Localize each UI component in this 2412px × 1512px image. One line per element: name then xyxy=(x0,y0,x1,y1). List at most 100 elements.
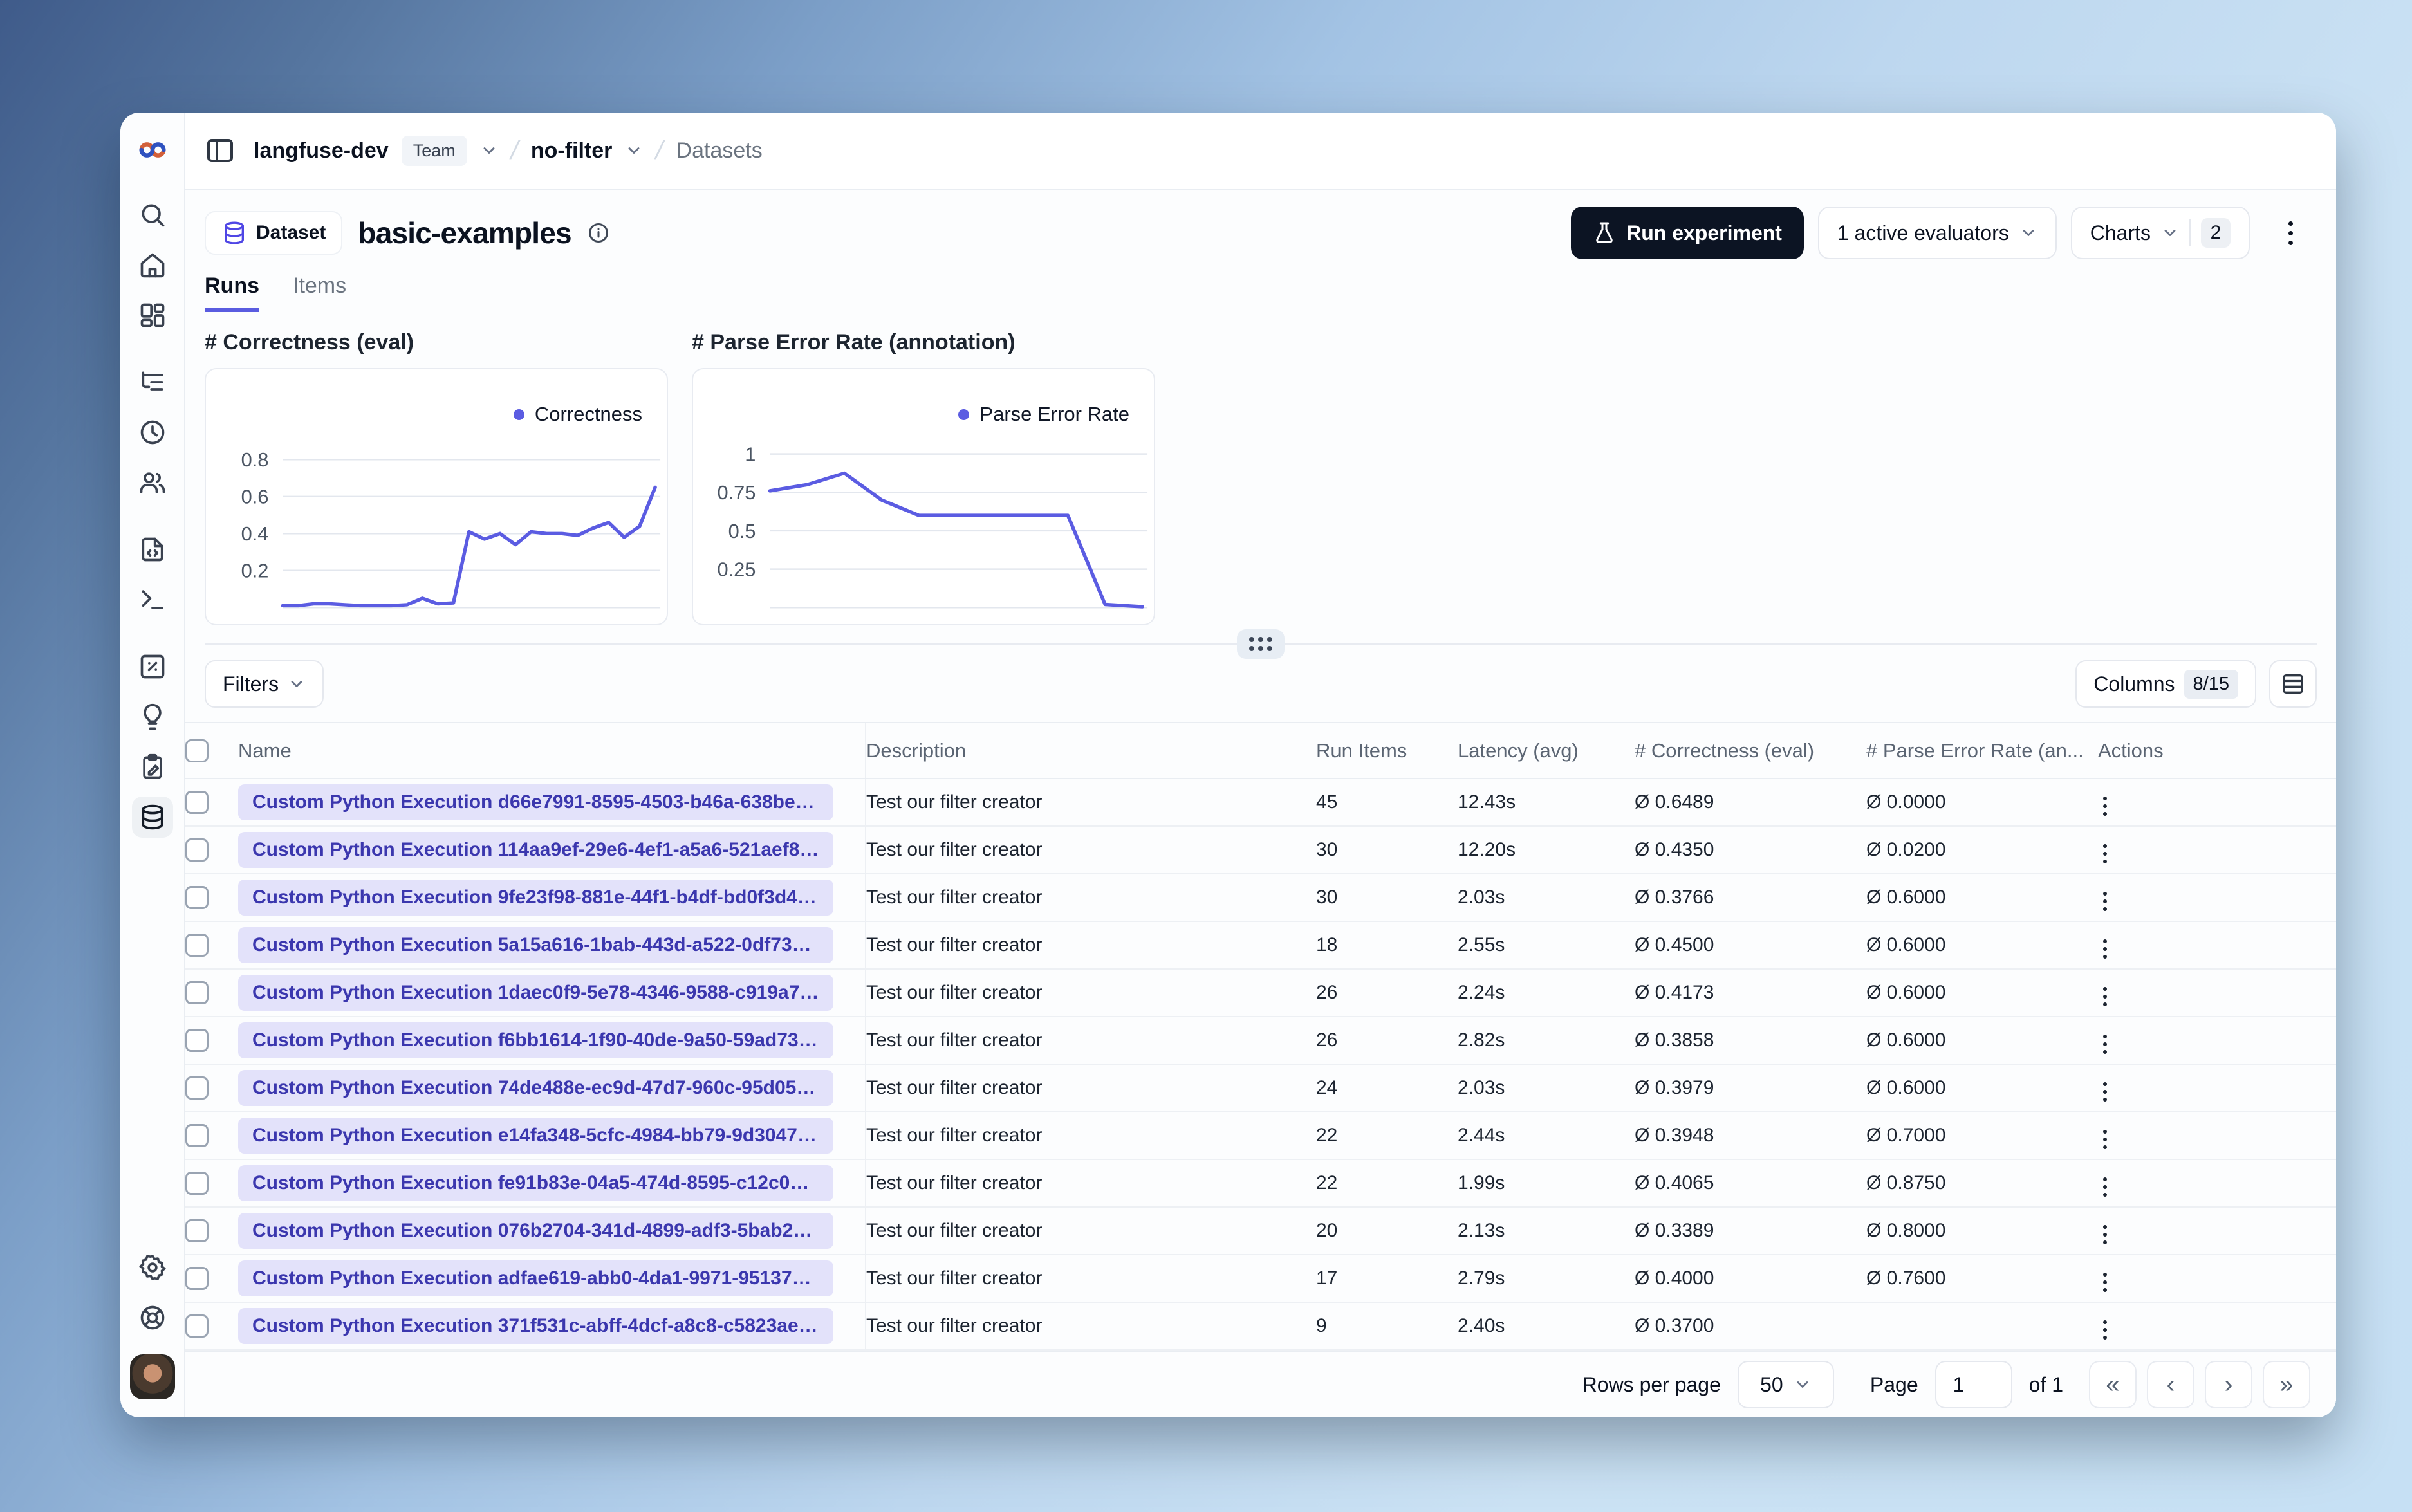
langfuse-logo-icon[interactable] xyxy=(136,133,169,167)
row-actions-kebab[interactable] xyxy=(2098,1125,2112,1154)
chevron-down-icon[interactable] xyxy=(480,142,498,160)
column-header-run-items[interactable]: Run Items xyxy=(1316,723,1458,779)
run-latency: 1.99s xyxy=(1458,1159,1635,1208)
row-actions-kebab[interactable] xyxy=(2098,791,2112,821)
info-icon[interactable] xyxy=(587,221,610,244)
breadcrumb-project[interactable]: no-filter xyxy=(531,138,613,163)
column-header-correctness[interactable]: # Correctness (eval) xyxy=(1635,723,1866,779)
row-actions-kebab[interactable] xyxy=(2098,839,2112,869)
breadcrumb-org[interactable]: langfuse-dev xyxy=(254,138,389,163)
row-checkbox[interactable] xyxy=(185,1267,209,1291)
sidebar-toggle-button[interactable] xyxy=(205,135,236,166)
charts-dropdown[interactable]: Charts 2 xyxy=(2070,207,2250,260)
sidebar-item-settings[interactable] xyxy=(132,1247,173,1288)
tab-runs[interactable]: Runs xyxy=(205,273,259,313)
chevron-down-icon[interactable] xyxy=(625,142,643,160)
active-evaluators-dropdown[interactable]: 1 active evaluators xyxy=(1817,207,2057,260)
row-actions-kebab[interactable] xyxy=(2098,1315,2112,1345)
user-avatar[interactable] xyxy=(129,1354,175,1399)
row-checkbox[interactable] xyxy=(185,1219,209,1243)
row-actions-kebab[interactable] xyxy=(2098,1029,2112,1059)
row-actions-kebab[interactable] xyxy=(2098,1172,2112,1202)
next-page-button[interactable]: › xyxy=(2205,1361,2252,1408)
row-actions-kebab[interactable] xyxy=(2098,1220,2112,1249)
svg-text:0.2: 0.2 xyxy=(241,560,269,582)
sidebar-item-annotation[interactable] xyxy=(132,746,173,788)
run-parse-error: Ø 0.6000 xyxy=(1866,969,2098,1017)
row-checkbox[interactable] xyxy=(185,1076,209,1100)
first-page-button[interactable]: « xyxy=(2089,1361,2137,1408)
svg-text:0.8: 0.8 xyxy=(241,448,269,471)
column-header-name[interactable]: Name xyxy=(238,723,866,779)
panel-left-icon xyxy=(207,139,233,162)
sidebar-item-tracing[interactable] xyxy=(132,362,173,403)
page-number-input[interactable] xyxy=(1934,1361,2012,1408)
percent-square-icon xyxy=(140,654,164,679)
run-experiment-button[interactable]: Run experiment xyxy=(1571,207,1804,260)
rows-per-page-select[interactable]: 50 xyxy=(1737,1361,1834,1408)
sidebar-item-playground[interactable] xyxy=(132,579,173,620)
sidebar-item-evaluators[interactable] xyxy=(132,646,173,687)
sidebar-item-home[interactable] xyxy=(132,244,173,286)
row-height-button[interactable] xyxy=(2269,660,2317,708)
row-checkbox[interactable] xyxy=(185,1172,209,1195)
run-correctness: Ø 0.3766 xyxy=(1635,874,1866,922)
panel-splitter xyxy=(205,629,2317,659)
run-name-link[interactable]: Custom Python Execution 371f531c-abff-4d… xyxy=(238,1308,833,1344)
sidebar-item-search[interactable] xyxy=(132,194,173,235)
filters-button[interactable]: Filters xyxy=(205,660,324,708)
sidebar-item-users[interactable] xyxy=(132,462,173,503)
breadcrumb-section[interactable]: Datasets xyxy=(676,138,763,163)
app-window: langfuse-dev Team / no-filter / Datasets xyxy=(120,113,2336,1417)
run-name-link[interactable]: Custom Python Execution 9fe23f98-881e-44… xyxy=(238,880,833,916)
chart-title-parse-error: # Parse Error Rate (annotation) xyxy=(692,330,1016,355)
row-actions-kebab[interactable] xyxy=(2098,982,2112,1011)
row-checkbox[interactable] xyxy=(185,934,209,957)
last-page-button[interactable]: » xyxy=(2263,1361,2310,1408)
sidebar-item-dashboards[interactable] xyxy=(132,295,173,336)
page-more-actions-button[interactable] xyxy=(2264,207,2317,259)
run-description: Test our filter creator xyxy=(865,1207,1316,1255)
flask-icon xyxy=(1596,222,1613,244)
gear-icon xyxy=(138,1255,166,1280)
run-name-link[interactable]: Custom Python Execution fe91b83e-04a5-47… xyxy=(238,1165,833,1201)
sidebar-item-prompts[interactable] xyxy=(132,529,173,570)
button-separator xyxy=(2189,219,2191,247)
sidebar-item-support[interactable] xyxy=(132,1297,173,1338)
row-checkbox[interactable] xyxy=(185,886,209,910)
column-header-description[interactable]: Description xyxy=(865,723,1316,779)
chart-legend: Correctness xyxy=(513,403,642,426)
row-checkbox[interactable] xyxy=(185,981,209,1005)
columns-button[interactable]: Columns 8/15 xyxy=(2075,660,2256,708)
row-checkbox[interactable] xyxy=(185,1124,209,1148)
select-all-checkbox[interactable] xyxy=(185,739,209,763)
row-checkbox[interactable] xyxy=(185,1029,209,1053)
sidebar-item-insights[interactable] xyxy=(132,696,173,737)
tab-items[interactable]: Items xyxy=(293,273,346,312)
row-checkbox[interactable] xyxy=(185,791,209,815)
run-name-link[interactable]: Custom Python Execution d66e7991-8595-45… xyxy=(238,784,833,820)
row-actions-kebab[interactable] xyxy=(2098,1268,2112,1297)
drag-handle[interactable] xyxy=(1237,629,1285,659)
run-name-link[interactable]: Custom Python Execution e14fa348-5cfc-49… xyxy=(238,1118,833,1154)
row-actions-kebab[interactable] xyxy=(2098,934,2112,964)
sidebar-item-datasets[interactable] xyxy=(131,797,173,838)
row-checkbox[interactable] xyxy=(185,1314,209,1338)
run-name-link[interactable]: Custom Python Execution 1daec0f9-5e78-43… xyxy=(238,975,833,1011)
run-name-link[interactable]: Custom Python Execution 076b2704-341d-48… xyxy=(238,1213,833,1249)
column-header-parse-error[interactable]: # Parse Error Rate (an... xyxy=(1866,723,2098,779)
run-correctness: Ø 0.4500 xyxy=(1635,921,1866,970)
run-name-link[interactable]: Custom Python Execution 114aa9ef-29e6-4e… xyxy=(238,832,833,868)
row-checkbox[interactable] xyxy=(185,838,209,862)
prev-page-button[interactable]: ‹ xyxy=(2147,1361,2194,1408)
rows-icon xyxy=(2283,674,2303,694)
run-name-link[interactable]: Custom Python Execution 5a15a616-1bab-44… xyxy=(238,927,833,963)
run-name-link[interactable]: Custom Python Execution 74de488e-ec9d-47… xyxy=(238,1070,833,1106)
column-header-latency[interactable]: Latency (avg) xyxy=(1458,723,1635,779)
run-correctness: Ø 0.4350 xyxy=(1635,826,1866,874)
row-actions-kebab[interactable] xyxy=(2098,1077,2112,1107)
run-name-link[interactable]: Custom Python Execution f6bb1614-1f90-40… xyxy=(238,1022,833,1058)
sidebar-item-sessions[interactable] xyxy=(132,412,173,453)
row-actions-kebab[interactable] xyxy=(2098,887,2112,916)
run-name-link[interactable]: Custom Python Execution adfae619-abb0-4d… xyxy=(238,1260,833,1296)
